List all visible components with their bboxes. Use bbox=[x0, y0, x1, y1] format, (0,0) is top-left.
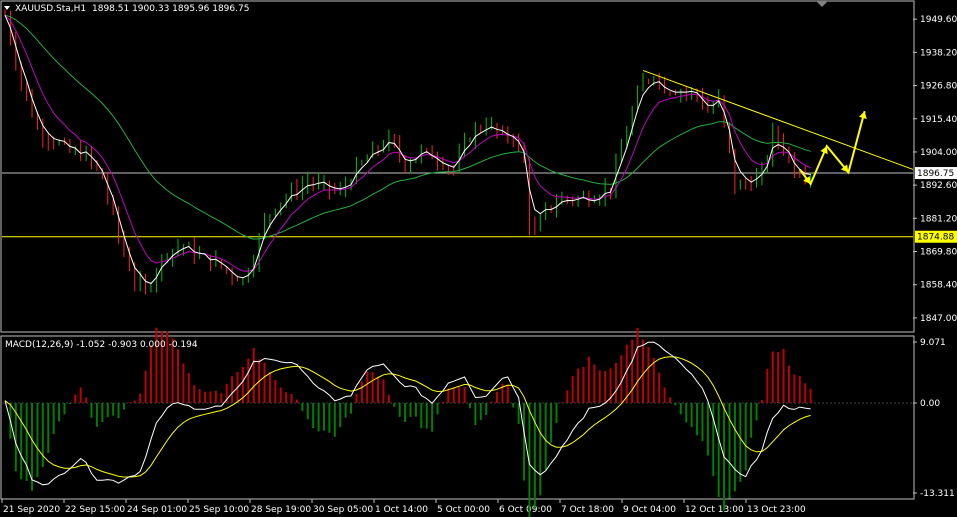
time-tick-label: 21 Sep 2020 bbox=[3, 505, 60, 515]
time-tick-label: 13 Oct 23:00 bbox=[747, 505, 806, 515]
current-price-tag: 1896.75 bbox=[917, 169, 954, 179]
price-tick-label: 1847.00 bbox=[920, 314, 957, 324]
time-tick-label: 25 Sep 10:00 bbox=[189, 505, 249, 515]
symbol-label: XAUUSD.Sta,H1 bbox=[15, 4, 86, 14]
time-tick-label: 22 Sep 15:00 bbox=[65, 505, 125, 515]
time-tick-label: 30 Sep 05:00 bbox=[313, 505, 373, 515]
price-tick-label: 1869.80 bbox=[920, 248, 957, 258]
ohlc-label: 1898.51 1900.33 1895.96 1896.75 bbox=[92, 4, 249, 14]
macd-tick-label: 9.071 bbox=[920, 338, 946, 348]
time-tick-label: 28 Sep 19:00 bbox=[251, 505, 311, 515]
chart-window[interactable]: 1949.60 1938.20 1926.80 1915.40 1904.00 1892.… bbox=[0, 0, 957, 517]
price-tick-label: 1892.60 bbox=[920, 181, 957, 191]
time-tick-label: 12 Oct 13:00 bbox=[685, 505, 744, 515]
time-tick-label: 1 Oct 14:00 bbox=[375, 505, 428, 515]
price-tick-label: 1926.80 bbox=[920, 82, 957, 92]
price-tick-label: 1881.20 bbox=[920, 214, 957, 224]
time-tick-label: 9 Oct 04:00 bbox=[623, 505, 676, 515]
price-tick-label: 1938.20 bbox=[920, 48, 957, 58]
time-tick-label: 24 Sep 01:00 bbox=[127, 505, 187, 515]
time-tick-label: 5 Oct 00:00 bbox=[437, 505, 490, 515]
macd-label: MACD(12,26,9) -1.052 -0.903 0.000 -0.194 bbox=[5, 340, 198, 350]
price-tick-label: 1904.00 bbox=[920, 148, 957, 158]
macd-tick-label: -13.311 bbox=[920, 489, 955, 499]
price-tick-label: 1915.40 bbox=[920, 115, 957, 125]
time-tick-label: 7 Oct 18:00 bbox=[561, 505, 614, 515]
time-tick-label: 6 Oct 09:00 bbox=[499, 505, 552, 515]
chart-background bbox=[0, 0, 957, 517]
price-tick-label: 1949.60 bbox=[920, 15, 957, 25]
price-tick-label: 1858.40 bbox=[920, 281, 957, 291]
support-price-tag: 1874.88 bbox=[917, 233, 954, 243]
macd-tick-label: 0.00 bbox=[920, 399, 940, 409]
